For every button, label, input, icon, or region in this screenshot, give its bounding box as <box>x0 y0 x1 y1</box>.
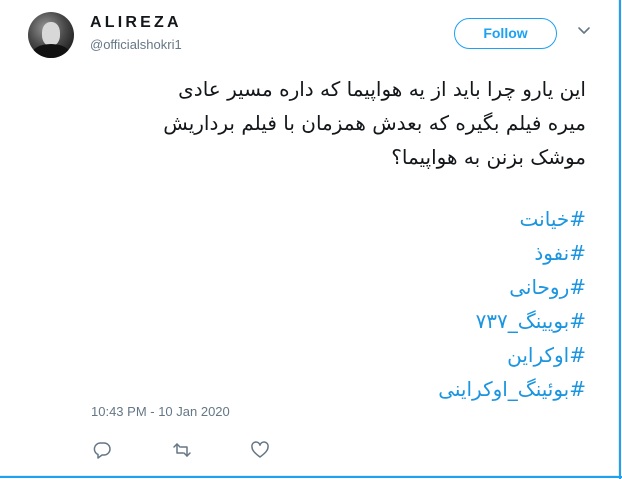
tweet-line: میره فیلم بگیره که بعدش همزمان با فیلم ب… <box>163 111 586 135</box>
tweet-text: این یارو چرا باید از یه هواپیما که داره … <box>66 72 586 174</box>
avatar-shoulder <box>32 44 70 58</box>
chevron-down-icon[interactable] <box>576 22 592 38</box>
hashtag-list: #خیانت #نفوذ #روحانی #بویینگ_۷۳۷ #اوکرای… <box>66 202 586 406</box>
like-icon[interactable] <box>250 440 270 460</box>
tweet-timestamp[interactable]: 10:43 PM - 10 Jan 2020 <box>91 404 230 419</box>
author-display-name[interactable]: ALIREZA <box>90 14 182 32</box>
hashtag-link[interactable]: #بویینگ_۷۳۷ <box>66 304 586 338</box>
avatar-face <box>42 22 60 46</box>
tweet-line: این یارو چرا باید از یه هواپیما که داره … <box>178 77 586 101</box>
follow-button[interactable]: Follow <box>454 18 557 49</box>
tweet-line: موشک بزنن به هواپیما؟ <box>391 145 586 169</box>
reply-icon[interactable] <box>92 440 112 460</box>
retweet-icon[interactable] <box>172 440 192 460</box>
avatar[interactable] <box>28 12 74 58</box>
author-handle[interactable]: @officialshokri1 <box>90 37 182 52</box>
window-edge-bottom <box>0 476 622 478</box>
hashtag-link[interactable]: #اوکراین <box>66 338 586 372</box>
tweet-card: ALIREZA @officialshokri1 Follow این یارو… <box>0 0 620 477</box>
hashtag-link[interactable]: #خیانت <box>66 202 586 236</box>
hashtag-link[interactable]: #روحانی <box>66 270 586 304</box>
window-edge-right <box>619 0 621 479</box>
hashtag-link[interactable]: #نفوذ <box>66 236 586 270</box>
hashtag-link[interactable]: #بوئینگ_اوکراینی <box>66 372 586 406</box>
